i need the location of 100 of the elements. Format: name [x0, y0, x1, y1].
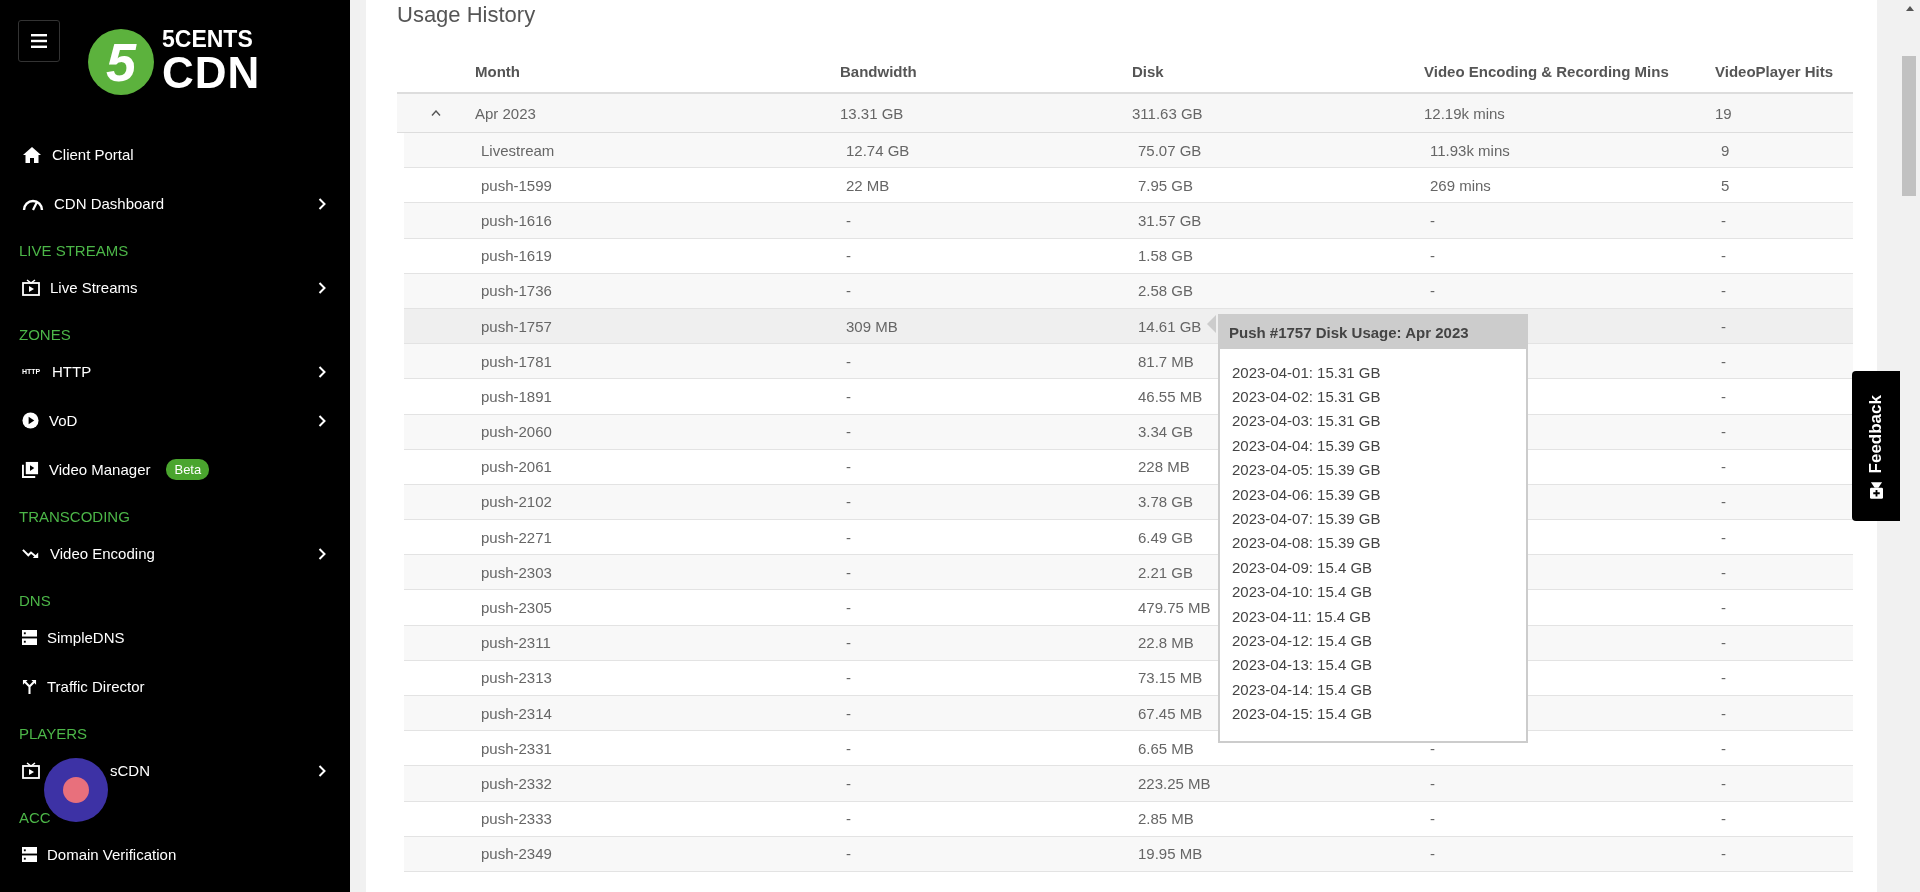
table-cell: 2.58 GB — [1138, 282, 1194, 300]
table-cell-text: push-2332 — [480, 774, 553, 792]
tooltip-line: 2023-04-13: 15.4 GB — [1232, 655, 1374, 676]
video-plus-icon — [1869, 481, 1883, 499]
table-cell-text: - — [1720, 493, 1727, 511]
nav-item[interactable]: VoD — [0, 396, 350, 445]
table-cell-text: push-1781 — [480, 352, 553, 370]
table-cell: 6.49 GB — [1138, 528, 1194, 546]
table-cell-text: - — [1720, 387, 1727, 405]
table-cell-text: push-2271 — [480, 528, 553, 546]
trend-down-icon — [22, 548, 40, 559]
table-cell-text: push-2349 — [480, 845, 553, 863]
table-cell: 11.93k mins — [1430, 141, 1510, 159]
nav-item-label: VoD — [49, 412, 78, 429]
table-cell-text: - — [1720, 704, 1727, 722]
table-cell-text: push-2102 — [480, 493, 553, 511]
table-cell-text: 22 MB — [845, 176, 891, 194]
tooltip-line: 2023-04-10: 15.4 GB — [1232, 582, 1374, 603]
tooltip-line: 2023-04-12: 15.4 GB — [1232, 631, 1374, 651]
table-cell-text: - — [845, 669, 852, 687]
table-cell: 2.21 GB — [1138, 563, 1194, 581]
nav-item[interactable]: Video Manager Beta — [0, 445, 350, 494]
nav-item[interactable]: Traffic Director — [0, 662, 350, 711]
table-cell: - — [1430, 282, 1435, 300]
table-cell: 3.78 GB — [1138, 493, 1194, 511]
scroll-up-arrow-icon[interactable] — [1906, 6, 1914, 11]
scrollbar-thumb[interactable] — [1902, 56, 1916, 196]
table-cell-text: - — [845, 704, 852, 722]
table-cell-text: - — [1720, 352, 1727, 370]
table-cell-text: - — [1720, 423, 1727, 441]
table-cell-text: push-2331 — [480, 739, 553, 757]
table-cell-text: 13.31 GB — [840, 104, 905, 122]
table-cell-text: - — [1720, 810, 1727, 828]
tooltip-line: 2023-04-02: 15.31 GB — [1232, 386, 1382, 407]
table-cell-text: push-2314 — [480, 704, 553, 722]
table-cell: 228 MB — [1138, 458, 1190, 476]
nav-item-label: Video Manager — [49, 461, 151, 478]
menu-button[interactable] — [18, 20, 60, 62]
table-cell-text: - — [845, 211, 852, 229]
nav-item-label: Video Encoding — [50, 545, 155, 562]
table-cell-text: push-1891 — [480, 387, 553, 405]
table-cell-text: Apr 2023 — [475, 104, 537, 122]
home-icon — [22, 145, 42, 164]
nav-section-heading: ACC — [18, 808, 52, 828]
table-cell-text: - — [1720, 317, 1727, 335]
table-cell-text: push-1619 — [480, 247, 553, 265]
logo-text: 5CENTS — [162, 28, 254, 51]
table-cell-text: - — [845, 810, 852, 828]
table-cell-text: 12.74 GB — [845, 141, 911, 159]
table-cell-text: - — [1720, 282, 1727, 300]
nav-item-label: Domain Verification — [47, 846, 177, 863]
video-library-icon — [22, 461, 39, 478]
nav-item[interactable]: CDN Dashboard — [0, 179, 350, 228]
nav-item-label: CDN Dashboard — [54, 195, 165, 212]
table-cell-text: 311.63 GB — [1132, 104, 1204, 122]
feedback-button[interactable]: Feedback — [1852, 371, 1900, 521]
table-cell: - — [1430, 739, 1435, 757]
server-icon — [22, 847, 37, 862]
nav-item[interactable]: Domain Verification — [0, 830, 350, 879]
table-cell-text: push-2061 — [480, 458, 553, 476]
nav-item[interactable]: Client Portal — [0, 130, 350, 179]
table-cell-text: - — [845, 387, 852, 405]
menu-icon — [31, 34, 47, 48]
table-cell-text: - — [845, 528, 852, 546]
table-cell-text: - — [1720, 528, 1727, 546]
table-cell-text: 5 — [1720, 176, 1731, 194]
table-cell: - — [1430, 211, 1435, 229]
table-cell-text: Livestream — [480, 141, 556, 159]
table-cell: 479.75 MB — [1138, 599, 1211, 617]
table-cell-text: push-2311 — [480, 634, 552, 652]
table-cell-text: push-1599 — [480, 176, 553, 194]
table-cell-text: - — [845, 247, 852, 265]
table-cell: 19.95 MB — [1138, 845, 1203, 863]
table-cell: 46.55 MB — [1138, 387, 1203, 405]
table-cell: - — [1430, 845, 1435, 863]
server-icon — [22, 630, 37, 645]
table-cell-text: - — [845, 599, 852, 617]
table-cell: - — [1430, 810, 1435, 828]
nav-item[interactable]: sCDN — [0, 746, 350, 795]
tooltip-line: 2023-04-07: 15.39 GB — [1232, 508, 1382, 529]
nav-item-label: SimpleDNS — [47, 629, 125, 646]
tooltip-line: 2023-04-03: 15.31 GB — [1232, 411, 1382, 432]
table-cell-text: - — [845, 563, 852, 581]
tooltip-line: 2023-04-14: 15.4 GB — [1232, 679, 1374, 700]
nav-item-label: Traffic Director — [47, 678, 145, 695]
beta-badge: Beta — [166, 459, 210, 480]
table-cell: - — [1430, 774, 1435, 792]
nav-item[interactable]: SimpleDNS — [0, 613, 350, 662]
caret-icon[interactable] — [431, 110, 441, 116]
table-cell-text: push-2060 — [480, 423, 553, 441]
nav-section-heading: DNS — [18, 591, 52, 611]
table-cell: 2.85 MB — [1138, 810, 1194, 828]
table-cell-text: 12.19k mins — [1424, 104, 1506, 122]
nav-section-heading: ZONES — [18, 325, 72, 345]
tooltip-line: 2023-04-01: 15.31 GB — [1232, 362, 1382, 383]
table-cell-text: - — [1720, 599, 1727, 617]
nav-item[interactable]: Live Streams — [0, 263, 350, 312]
table-cell: 6.65 MB — [1138, 739, 1194, 757]
table-cell-text: - — [1720, 845, 1727, 863]
nav-item[interactable]: Video Encoding — [0, 529, 350, 578]
